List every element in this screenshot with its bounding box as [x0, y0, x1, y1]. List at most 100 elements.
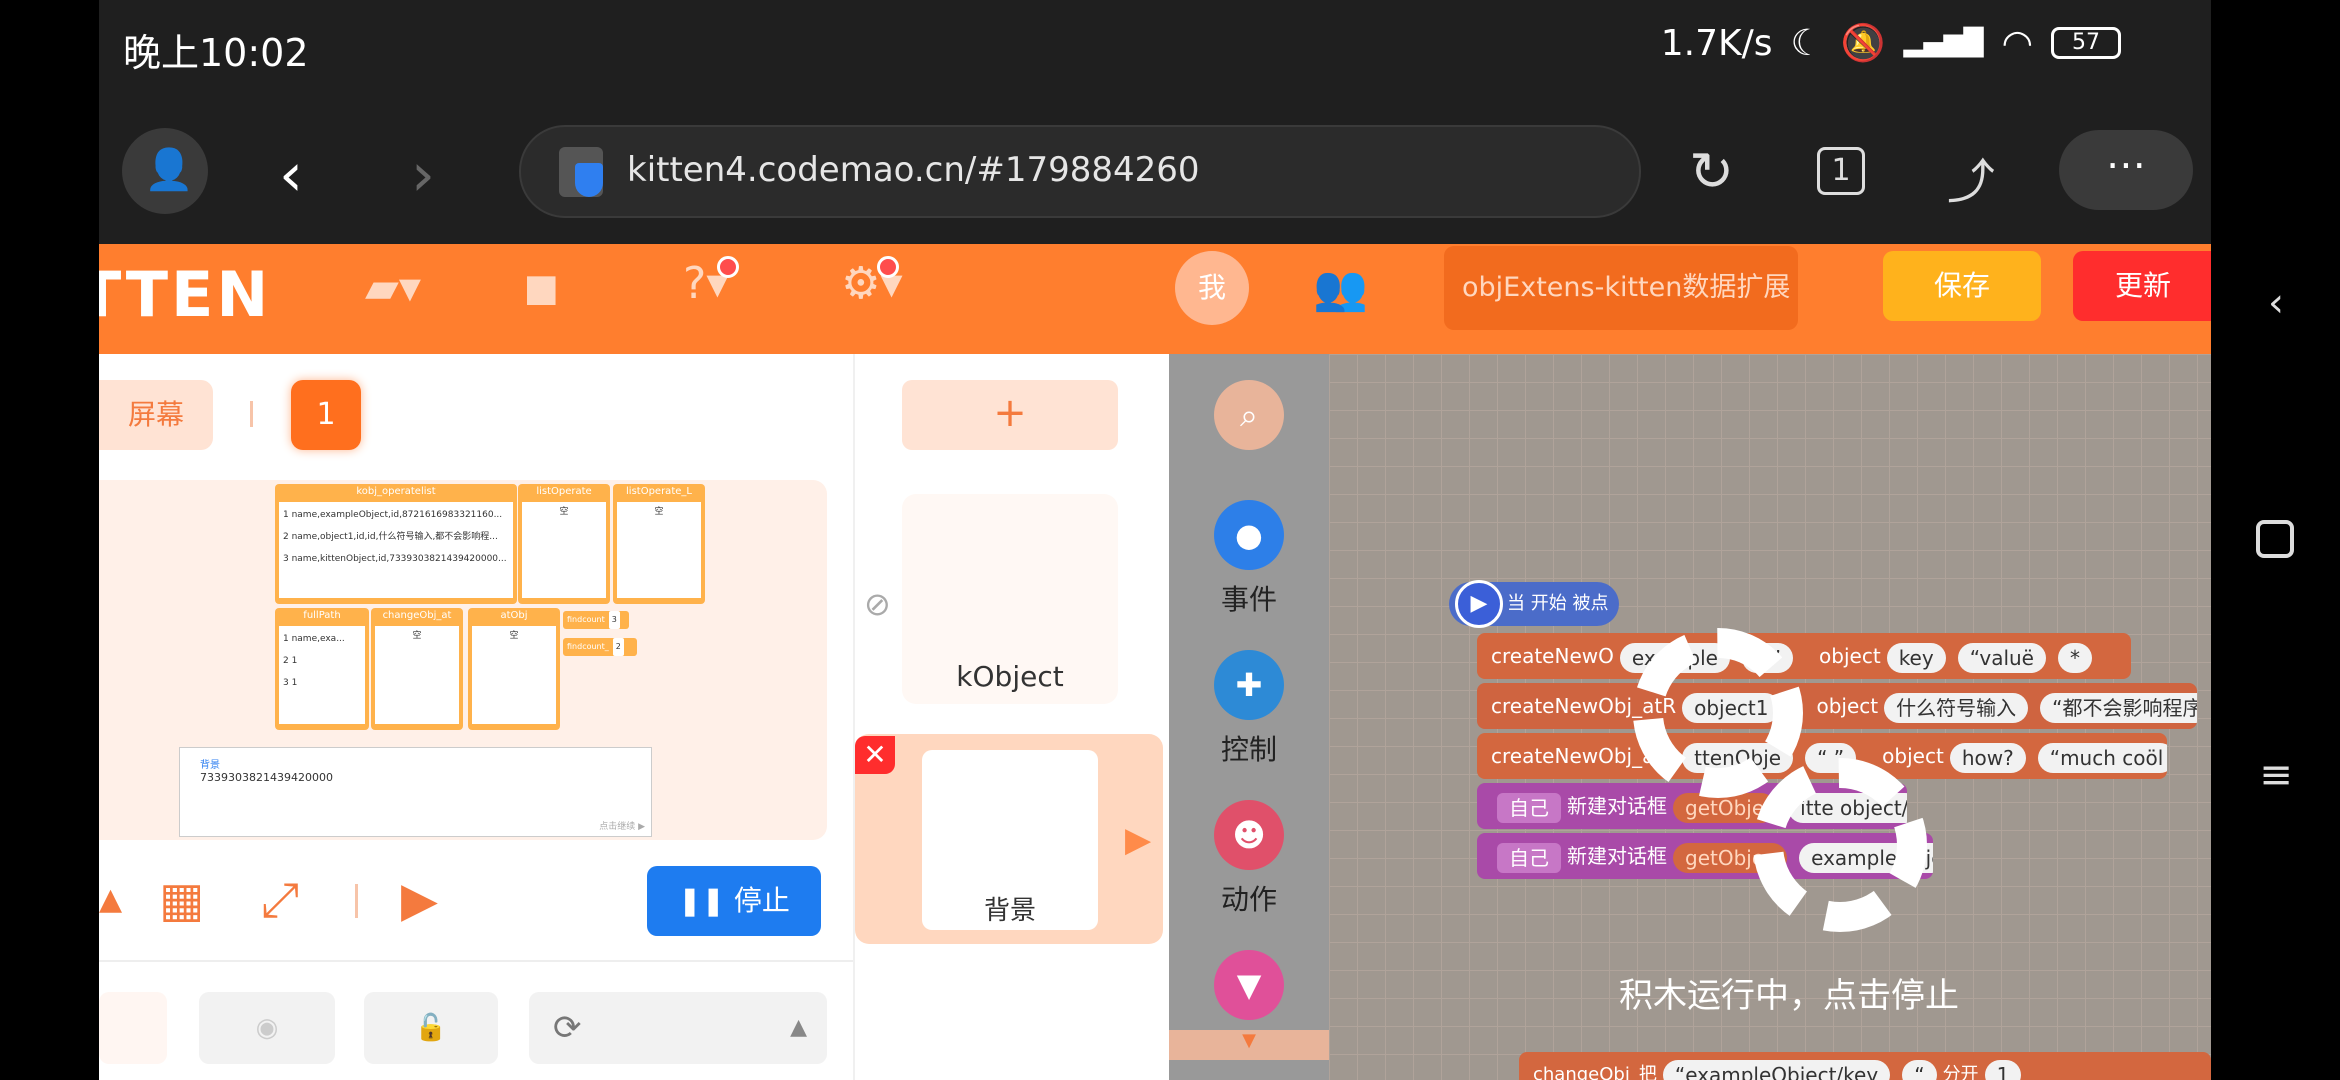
- rotation-mode-select[interactable]: ⟳ ▲: [529, 992, 827, 1064]
- screen-number-button[interactable]: 1: [291, 380, 361, 450]
- sprite-name: kObject: [956, 660, 1064, 693]
- save-button[interactable]: 保存: [1883, 251, 2041, 321]
- list-window-title: kobj_operatelist: [356, 486, 436, 497]
- list-window-body: 空: [522, 502, 606, 598]
- stop-button[interactable]: ❚❚ 停止: [647, 866, 821, 936]
- block-arg[interactable]: how?: [1949, 742, 2026, 773]
- category-events[interactable]: ● 事件: [1169, 500, 1329, 618]
- network-speed: 1.7K/s: [1660, 22, 1773, 64]
- block-text: object: [1882, 744, 1944, 768]
- list-window-body: 1 name,exa... 2 1 3 1: [279, 626, 365, 724]
- back-nav-icon[interactable]: ‹: [2256, 283, 2296, 323]
- block-arg[interactable]: “: [1902, 1060, 1937, 1080]
- collapse-arrow-icon[interactable]: ▲: [99, 882, 122, 917]
- list-window-listoperate: listOperate 空: [518, 484, 610, 604]
- list-window-listoperate-l: listOperate_L 空: [613, 484, 705, 604]
- block-arg[interactable]: “exampleObject/key: [1662, 1060, 1891, 1080]
- forward-button[interactable]: ›: [411, 140, 435, 210]
- dialog-continue-hint[interactable]: 点击继续 ▶: [599, 819, 645, 832]
- share-icon[interactable]: ⤴: [1947, 142, 1995, 212]
- block-arg[interactable]: 1: [1984, 1060, 2022, 1080]
- list-window-operatelist: kobj_operatelist 1 name,exampleObject,id…: [275, 484, 517, 604]
- list-window-atobj: atObj 空: [468, 608, 560, 730]
- running-status-text[interactable]: 积木运行中，点击停止: [1619, 968, 2179, 1017]
- search-icon: ⌕: [1214, 380, 1284, 450]
- recents-nav-icon[interactable]: ≡: [2256, 755, 2296, 795]
- profile-add-button[interactable]: 👤: [122, 128, 208, 214]
- home-nav-icon[interactable]: [2256, 520, 2294, 558]
- add-sprite-button[interactable]: +: [902, 380, 1118, 450]
- block-arg[interactable]: 自己: [1497, 842, 1561, 873]
- category-control[interactable]: ✚ 控制: [1169, 650, 1329, 768]
- block-arg[interactable]: key: [1886, 642, 1946, 673]
- list-row: 2 1: [283, 656, 298, 666]
- visibility-toggle[interactable]: ◉: [199, 992, 335, 1064]
- block-fn: createNewO: [1491, 644, 1614, 668]
- moon-icon: ☾: [1790, 22, 1823, 64]
- url-text[interactable]: kitten4.codemao.cn/#179884260: [627, 150, 1200, 190]
- record-play-icon[interactable]: ▶: [401, 872, 438, 928]
- list-window-body: 空: [375, 626, 459, 724]
- block-text: 新建对话框: [1567, 844, 1667, 868]
- block-text: 分开: [1942, 1064, 1979, 1080]
- block-text: 新建对话框: [1567, 794, 1667, 818]
- property-color-box[interactable]: [99, 992, 167, 1064]
- background-label: 背景: [983, 896, 1036, 926]
- folder-icon[interactable]: ▰▾: [365, 262, 421, 313]
- back-button[interactable]: ‹: [279, 140, 303, 210]
- block-search[interactable]: ⌕: [1169, 380, 1329, 458]
- block-arg[interactable]: 什么符号输入: [1884, 692, 2029, 723]
- code-block-createnewobj[interactable]: createNewO example “ ” object key “valuë *: [1477, 633, 2131, 679]
- ghost-icon: ☻: [1214, 800, 1284, 870]
- fullscreen-icon[interactable]: ⤢: [261, 872, 299, 929]
- backpack-icon[interactable]: ◼: [523, 262, 560, 313]
- block-fn: changeObj_把: [1533, 1064, 1657, 1080]
- add-collaborator-icon[interactable]: 👥: [1313, 262, 1368, 314]
- eye-off-icon[interactable]: ⊘: [864, 585, 891, 623]
- divider: [250, 401, 253, 427]
- list-row: 3 name,kittenObject,id,73393038214394200…: [283, 554, 507, 564]
- list-window-title: listOperate: [536, 486, 592, 497]
- variable-value: 3: [608, 611, 620, 629]
- list-window-title: atObj: [500, 610, 528, 621]
- play-icon: ▶: [1455, 580, 1503, 628]
- code-block-createnewobj-atr[interactable]: createNewObj_atR object1 object 什么符号输入 “都不会影…: [1477, 683, 2197, 729]
- gear-icon[interactable]: [1753, 758, 1927, 932]
- more-menu-button[interactable]: ⋯: [2059, 130, 2193, 210]
- toggle-icon: ●: [1214, 500, 1284, 570]
- block-arg[interactable]: “valuë: [1957, 642, 2046, 673]
- close-icon[interactable]: ✕: [855, 736, 895, 774]
- block-arg[interactable]: 自己: [1497, 792, 1561, 823]
- code-block-changeobj[interactable]: changeObj_把 “exampleObject/key “ 分开 1: [1519, 1052, 2211, 1080]
- block-arg[interactable]: “much coöl: [2037, 742, 2167, 773]
- variable-label: findcount: [567, 615, 605, 624]
- reload-icon[interactable]: ↻: [1689, 140, 1734, 203]
- lock-shield-icon: [559, 147, 603, 197]
- user-avatar-button[interactable]: 我: [1175, 251, 1249, 325]
- variable-value: 2: [612, 638, 624, 656]
- status-time: 晚上10:02: [123, 31, 309, 75]
- project-name-field[interactable]: objExtens-kitten数据扩展: [1444, 246, 1798, 330]
- stage-dialog[interactable]: 背景 7339303821439420000 点击继续 ▶: [179, 747, 652, 837]
- block-arg[interactable]: “都不会影响程序进行~: [2040, 692, 2197, 723]
- variable-monitor-findcount: findcount 3: [563, 611, 629, 629]
- list-row: 3 1: [283, 678, 298, 688]
- gear-icon[interactable]: [1633, 628, 1803, 798]
- update-button[interactable]: 更新: [2073, 251, 2211, 321]
- grid-icon[interactable]: ▦: [159, 872, 204, 928]
- scroll-down-icon[interactable]: ▼: [1169, 1030, 1329, 1060]
- lock-toggle[interactable]: 🔓: [364, 992, 498, 1064]
- chevron-right-icon[interactable]: ▶: [1125, 820, 1151, 860]
- list-window-fullpath: fullPath 1 name,exa... 2 1 3 1: [275, 608, 369, 730]
- settings-notification-dot: [877, 256, 899, 278]
- screen-tab[interactable]: 屏幕: [99, 380, 213, 450]
- unlock-icon: 🔓: [414, 1013, 448, 1043]
- block-arg[interactable]: *: [2057, 642, 2092, 673]
- block-text: object: [1816, 694, 1879, 718]
- mute-icon: 🔕: [1840, 23, 1886, 64]
- app-logo[interactable]: TTEN: [99, 258, 271, 331]
- tab-count-button[interactable]: 1: [1817, 147, 1865, 195]
- category-motion[interactable]: ☻ 动作: [1169, 800, 1329, 918]
- browser-window: 晚上10:02 1.7K/s ☾ 🔕 ▂▄▆█ ◠ 57 👤 ‹ › kitte…: [99, 0, 2211, 1080]
- list-window-body: 1 name,exampleObject,id,8721616983321160…: [279, 502, 513, 598]
